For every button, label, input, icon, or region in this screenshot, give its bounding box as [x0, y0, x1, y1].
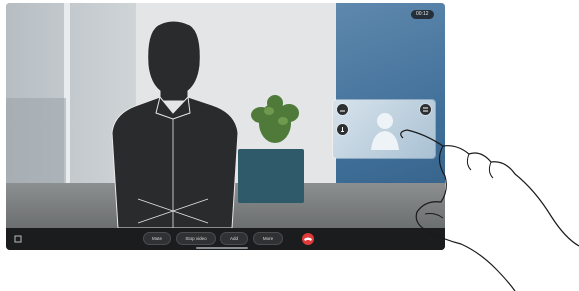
more-button[interactable]: More [254, 233, 282, 244]
stop-video-button[interactable]: Stop video [177, 233, 215, 244]
layout-icon[interactable] [14, 235, 22, 243]
mute-button[interactable]: Mute [144, 233, 170, 244]
person-silhouette [111, 20, 239, 228]
pointing-hand-illustration [400, 129, 579, 291]
mute-self-icon[interactable] [337, 124, 348, 135]
call-timer: 00:12 [411, 10, 434, 19]
video-call-screen: 00:12 Mute Stop video Add More [6, 3, 445, 250]
swap-icon[interactable] [420, 104, 431, 115]
add-participant-button[interactable]: Add [221, 233, 247, 244]
minimize-icon[interactable] [337, 104, 348, 115]
plant-icon [251, 95, 299, 143]
hang-up-icon [304, 237, 312, 241]
remote-video: 00:12 [6, 3, 445, 228]
home-indicator [196, 247, 248, 249]
end-call-button[interactable] [302, 233, 314, 245]
